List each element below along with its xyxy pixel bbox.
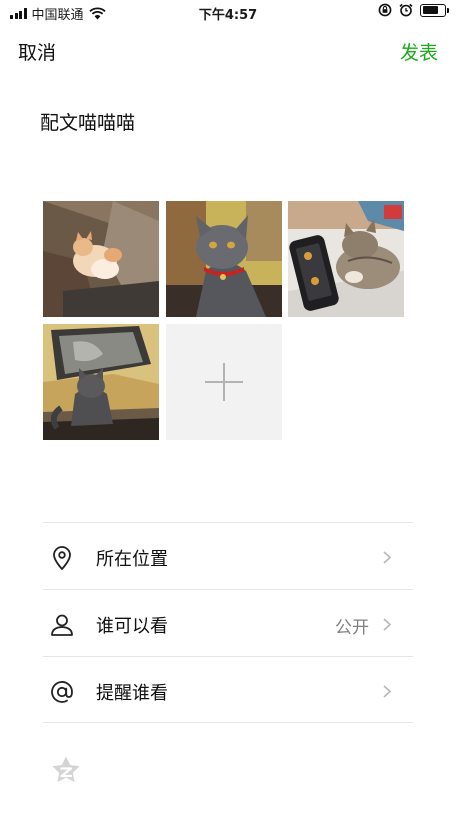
chevron-right-icon (383, 618, 392, 631)
qzone-star-icon[interactable] (50, 754, 82, 786)
visibility-value: 公开 (335, 618, 369, 638)
divider (43, 722, 413, 723)
divider (43, 522, 413, 523)
battery-icon (420, 3, 449, 17)
gray-cat-red-collar-photo (166, 201, 282, 317)
chevron-right-icon (383, 551, 392, 564)
alarm-clock-icon (399, 3, 413, 17)
cancel-button[interactable]: 取消 (18, 38, 56, 65)
visibility-label: 谁可以看 (96, 616, 168, 637)
location-label: 所在位置 (96, 549, 168, 570)
person-icon (51, 614, 73, 636)
photo-thumbnail-3[interactable] (288, 201, 404, 317)
at-sign-icon (51, 681, 73, 703)
status-right (378, 3, 449, 17)
chevron-right-icon (383, 685, 392, 698)
rotation-lock-icon (378, 3, 392, 17)
divider (43, 656, 413, 657)
location-row[interactable]: 所在位置 (43, 524, 413, 590)
publish-button[interactable]: 发表 (400, 38, 438, 65)
caption-input[interactable]: 配文喵喵喵 (40, 108, 416, 135)
status-bar: 中国联通 下午4:57 (0, 0, 456, 24)
photo-thumbnail-1[interactable] (43, 201, 159, 317)
visibility-row[interactable]: 谁可以看 公开 (43, 591, 413, 657)
add-photo-button[interactable] (166, 324, 282, 440)
mention-label: 提醒谁看 (96, 683, 168, 704)
divider (43, 589, 413, 590)
mention-row[interactable]: 提醒谁看 (43, 658, 413, 724)
location-pin-icon (53, 546, 71, 570)
tabby-cat-with-phone-photo (288, 201, 404, 317)
photo-thumbnail-2[interactable] (166, 201, 282, 317)
photo-thumbnail-4[interactable] (43, 324, 159, 440)
orange-white-cat-photo (43, 201, 159, 317)
gray-cat-on-desk-photo (43, 324, 159, 440)
